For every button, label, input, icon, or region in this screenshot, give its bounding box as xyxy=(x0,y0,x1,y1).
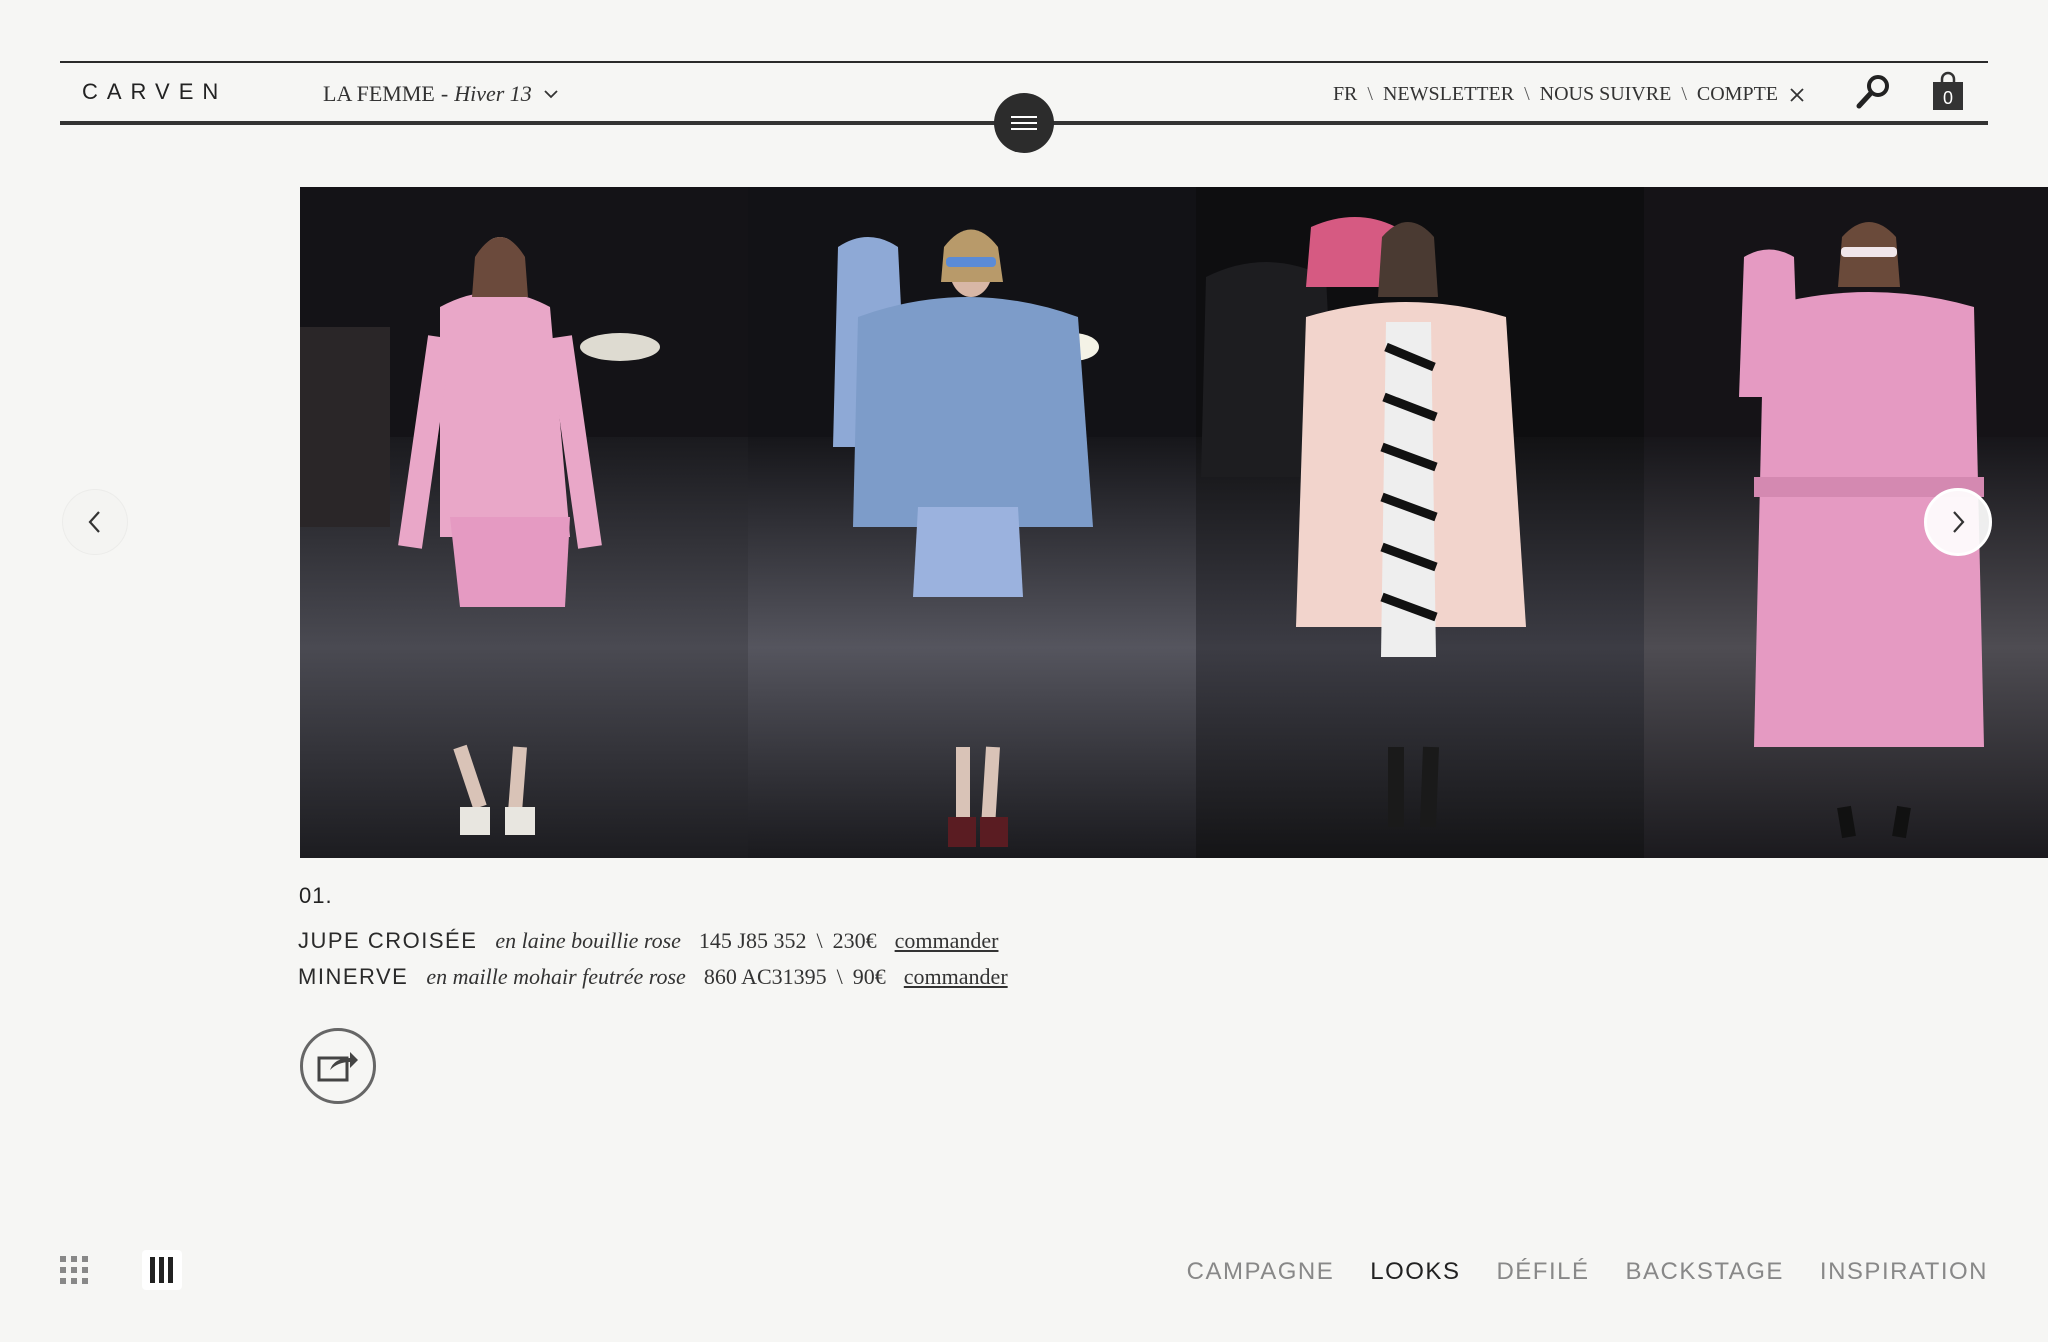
close-icon[interactable] xyxy=(1790,87,1804,102)
chevron-down-icon xyxy=(544,90,558,99)
nav-follow[interactable]: NOUS SUIVRE xyxy=(1540,83,1672,106)
runway-photo xyxy=(1196,187,1644,858)
column-view-icon[interactable] xyxy=(142,1250,182,1290)
look-image[interactable] xyxy=(300,187,748,858)
product-description: en laine bouillie rose xyxy=(495,928,681,953)
looks-gallery xyxy=(300,187,2048,858)
tab-campagne[interactable]: CAMPAGNE xyxy=(1187,1258,1335,1286)
share-icon xyxy=(317,1052,358,1082)
tab-inspiration[interactable]: INSPIRATION xyxy=(1820,1258,1988,1286)
look-image[interactable] xyxy=(1196,187,1644,858)
share-button[interactable] xyxy=(300,1028,376,1104)
section-nav: CAMPAGNE LOOKS DÉFILÉ BACKSTAGE INSPIRAT… xyxy=(1187,1258,1988,1286)
look-number: 01. xyxy=(299,883,333,908)
product-line: JUPE CROISÉE en laine bouillie rose 145 … xyxy=(298,928,998,954)
nav-separator: \ xyxy=(1681,83,1687,105)
columns-glyph xyxy=(150,1257,173,1283)
chevron-left-icon xyxy=(88,511,100,533)
collection-separator: - xyxy=(440,81,449,106)
order-link[interactable]: commander xyxy=(895,928,999,954)
order-link[interactable]: commander xyxy=(904,964,1008,990)
search-icon[interactable] xyxy=(1854,73,1892,111)
product-reference: 860 AC31395 xyxy=(703,964,827,989)
bag-count: 0 xyxy=(1942,88,1953,108)
product-price: 230€ xyxy=(832,928,877,953)
product-name: JUPE CROISÉE xyxy=(298,928,478,953)
price-separator: \ xyxy=(836,964,843,989)
nav-newsletter[interactable]: NEWSLETTER xyxy=(1383,83,1514,106)
coat-shape xyxy=(440,292,570,537)
tab-looks[interactable]: LOOKS xyxy=(1370,1258,1460,1286)
hamburger-icon xyxy=(1011,112,1037,134)
brand-logo[interactable]: CARVEN xyxy=(82,79,227,105)
look-image[interactable] xyxy=(748,187,1196,858)
tab-defile[interactable]: DÉFILÉ xyxy=(1496,1258,1589,1286)
chevron-right-icon xyxy=(1953,511,1965,533)
product-description: en maille mohair feutrée rose xyxy=(426,964,686,989)
collection-line: LA FEMME xyxy=(323,81,435,106)
coat-shape xyxy=(853,297,1093,527)
tab-backstage[interactable]: BACKSTAGE xyxy=(1625,1258,1783,1286)
nav-language[interactable]: FR xyxy=(1333,83,1357,106)
nav-account[interactable]: COMPTE xyxy=(1697,83,1778,106)
product-price: 90€ xyxy=(852,964,886,989)
nav-separator: \ xyxy=(1524,83,1530,105)
next-look-button[interactable] xyxy=(1924,488,1992,556)
shopping-bag-icon[interactable]: 0 xyxy=(1932,71,1964,111)
nav-separator: \ xyxy=(1367,83,1373,105)
collection-selector[interactable]: LA FEMME - Hiver 13 xyxy=(323,81,558,107)
previous-look-button[interactable] xyxy=(63,490,127,554)
price-separator: \ xyxy=(816,928,823,953)
runway-photo xyxy=(748,187,1196,858)
collection-season: Hiver 13 xyxy=(454,81,532,106)
product-name: MINERVE xyxy=(298,964,409,989)
top-nav: FR \ NEWSLETTER \ NOUS SUIVRE \ COMPTE xyxy=(1333,83,1804,106)
product-line: MINERVE en maille mohair feutrée rose 86… xyxy=(298,964,1008,990)
runway-photo xyxy=(300,187,748,858)
menu-button[interactable] xyxy=(994,93,1054,153)
grid-view-icon[interactable] xyxy=(60,1256,88,1284)
product-reference: 145 J85 352 xyxy=(698,928,807,953)
